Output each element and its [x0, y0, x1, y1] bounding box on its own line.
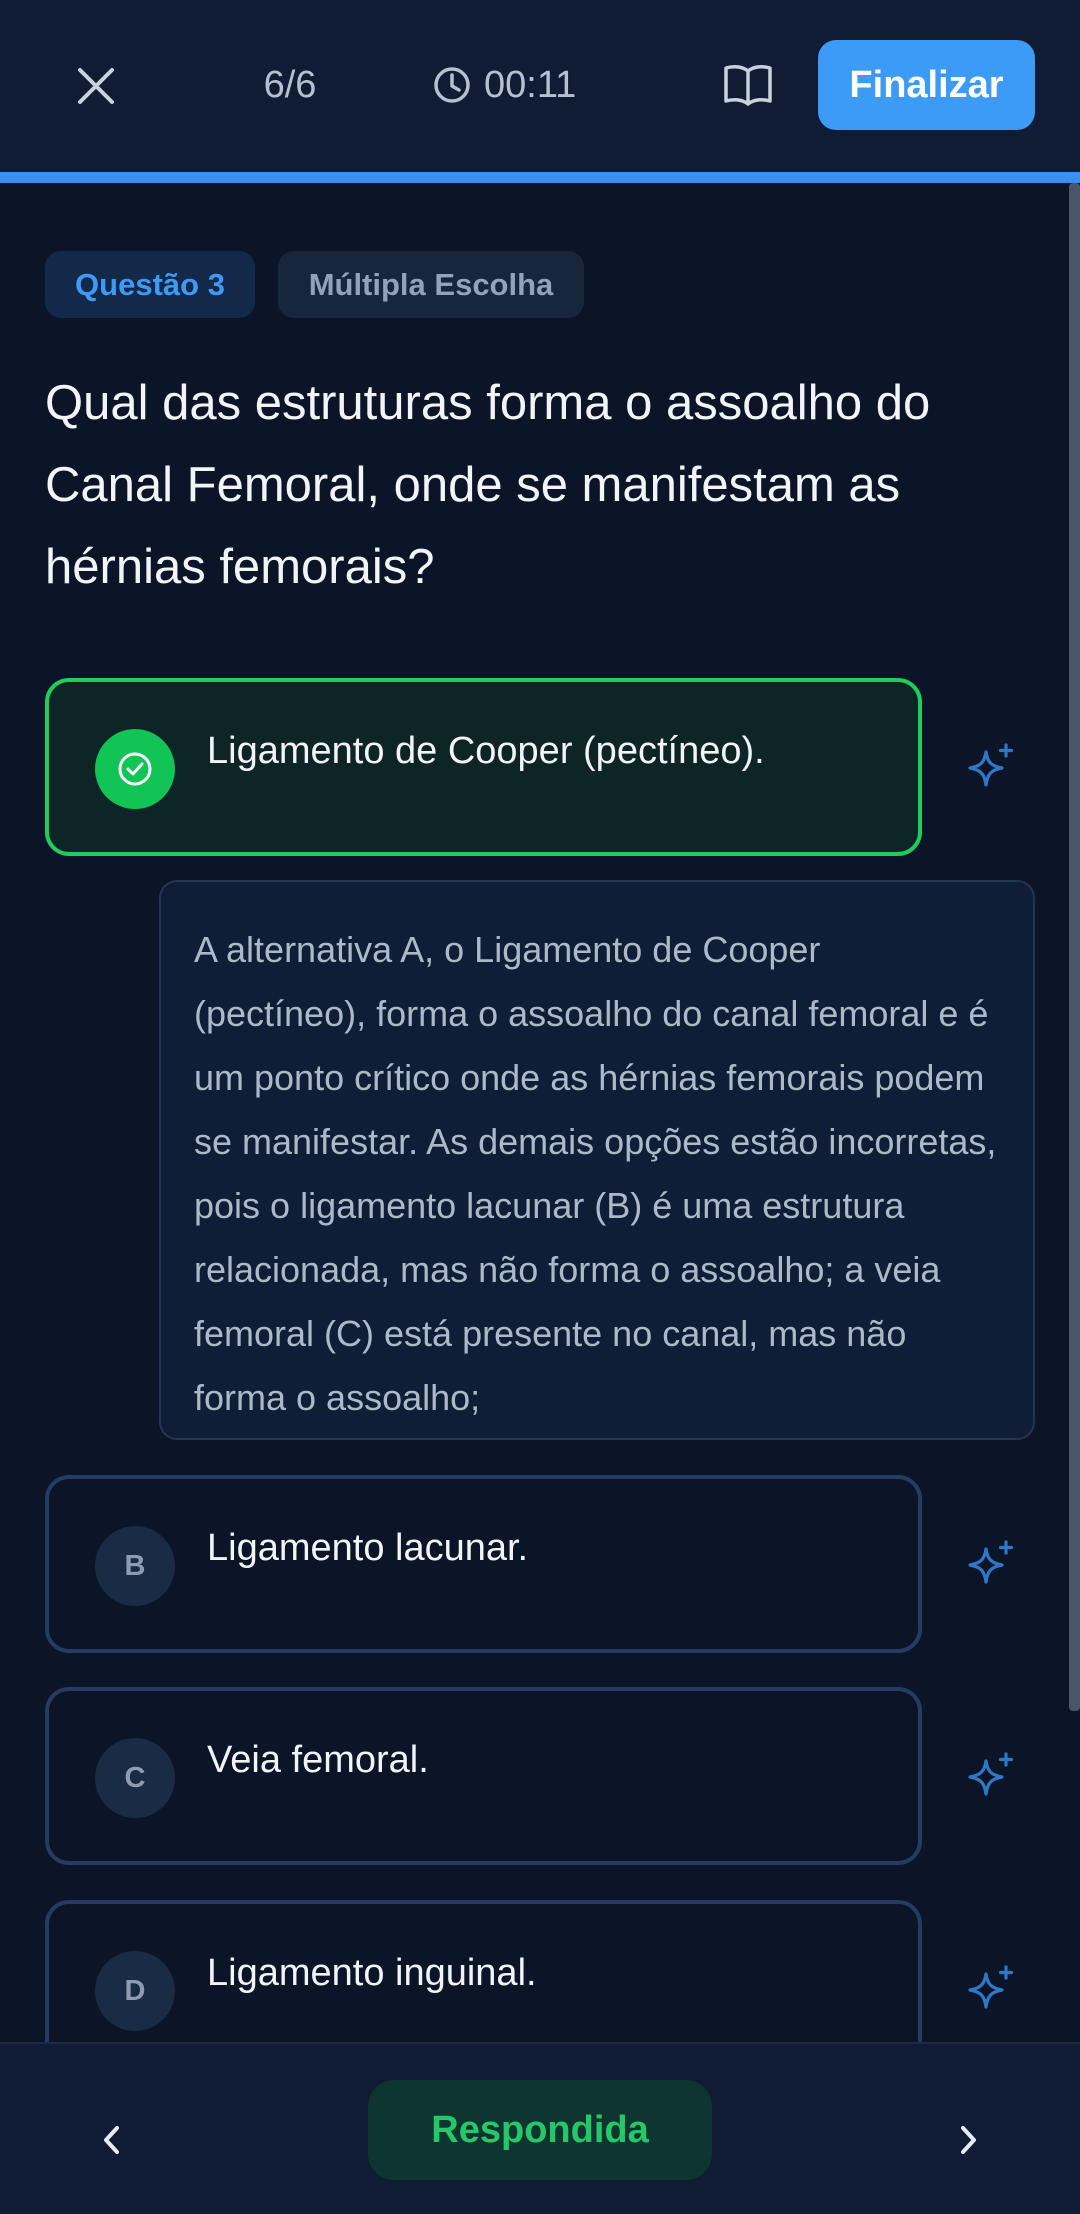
check-circle-icon	[118, 752, 152, 786]
option-b-text: Ligamento lacunar.	[207, 1527, 529, 1569]
option-c-text: Veia femoral.	[207, 1739, 429, 1781]
study-material-button[interactable]	[718, 58, 778, 112]
previous-question-button[interactable]	[82, 2110, 142, 2170]
option-a-text: Ligamento de Cooper (pectíneo).	[207, 730, 765, 772]
option-b-letter: B	[95, 1526, 175, 1606]
explanation-panel: A alternativa A, o Ligamento de Cooper (…	[159, 880, 1035, 1440]
ai-explain-button-a[interactable]	[959, 735, 1023, 799]
progress-fill	[0, 172, 1080, 183]
finish-button[interactable]: Finalizar	[818, 40, 1035, 130]
option-c-letter: C	[95, 1738, 175, 1818]
question-type-badge: Múltipla Escolha	[278, 251, 584, 318]
sparkles-icon	[968, 1752, 1014, 1796]
question-counter: 6/6	[263, 63, 317, 106]
option-b[interactable]: B Ligamento lacunar.	[45, 1475, 922, 1653]
sparkles-icon	[968, 743, 1014, 787]
ai-explain-button-b[interactable]	[959, 1532, 1023, 1596]
timer: 00:11	[432, 58, 576, 112]
top-bar: 6/6 00:11 Finalizar	[0, 0, 1080, 172]
question-text: Qual das estruturas forma o assoalho do …	[45, 376, 931, 594]
question-number-badge: Questão 3	[45, 251, 255, 318]
ai-explain-button-c[interactable]	[959, 1744, 1023, 1808]
option-d-text: Ligamento inguinal.	[207, 1952, 537, 1994]
timer-value: 00:11	[484, 63, 577, 106]
chevron-right-icon	[961, 2126, 976, 2154]
sparkles-icon	[968, 1540, 1014, 1584]
ai-explain-button-d[interactable]	[959, 1957, 1023, 2021]
scrollbar[interactable]	[1069, 183, 1080, 1711]
close-icon	[78, 68, 114, 104]
sparkles-icon	[968, 1965, 1014, 2009]
answered-status-button[interactable]: Respondida	[368, 2080, 712, 2180]
option-a[interactable]: Ligamento de Cooper (pectíneo).	[45, 678, 922, 856]
clock-icon	[434, 67, 470, 103]
close-button[interactable]	[66, 56, 126, 116]
correct-check-badge	[95, 729, 175, 809]
bottom-nav: Respondida	[0, 2042, 1080, 2214]
chevron-left-icon	[104, 2126, 119, 2154]
book-open-icon	[724, 65, 772, 106]
progress-bar	[0, 172, 1080, 183]
next-question-button[interactable]	[938, 2110, 998, 2170]
option-c[interactable]: C Veia femoral.	[45, 1687, 922, 1865]
option-d-letter: D	[95, 1951, 175, 2031]
